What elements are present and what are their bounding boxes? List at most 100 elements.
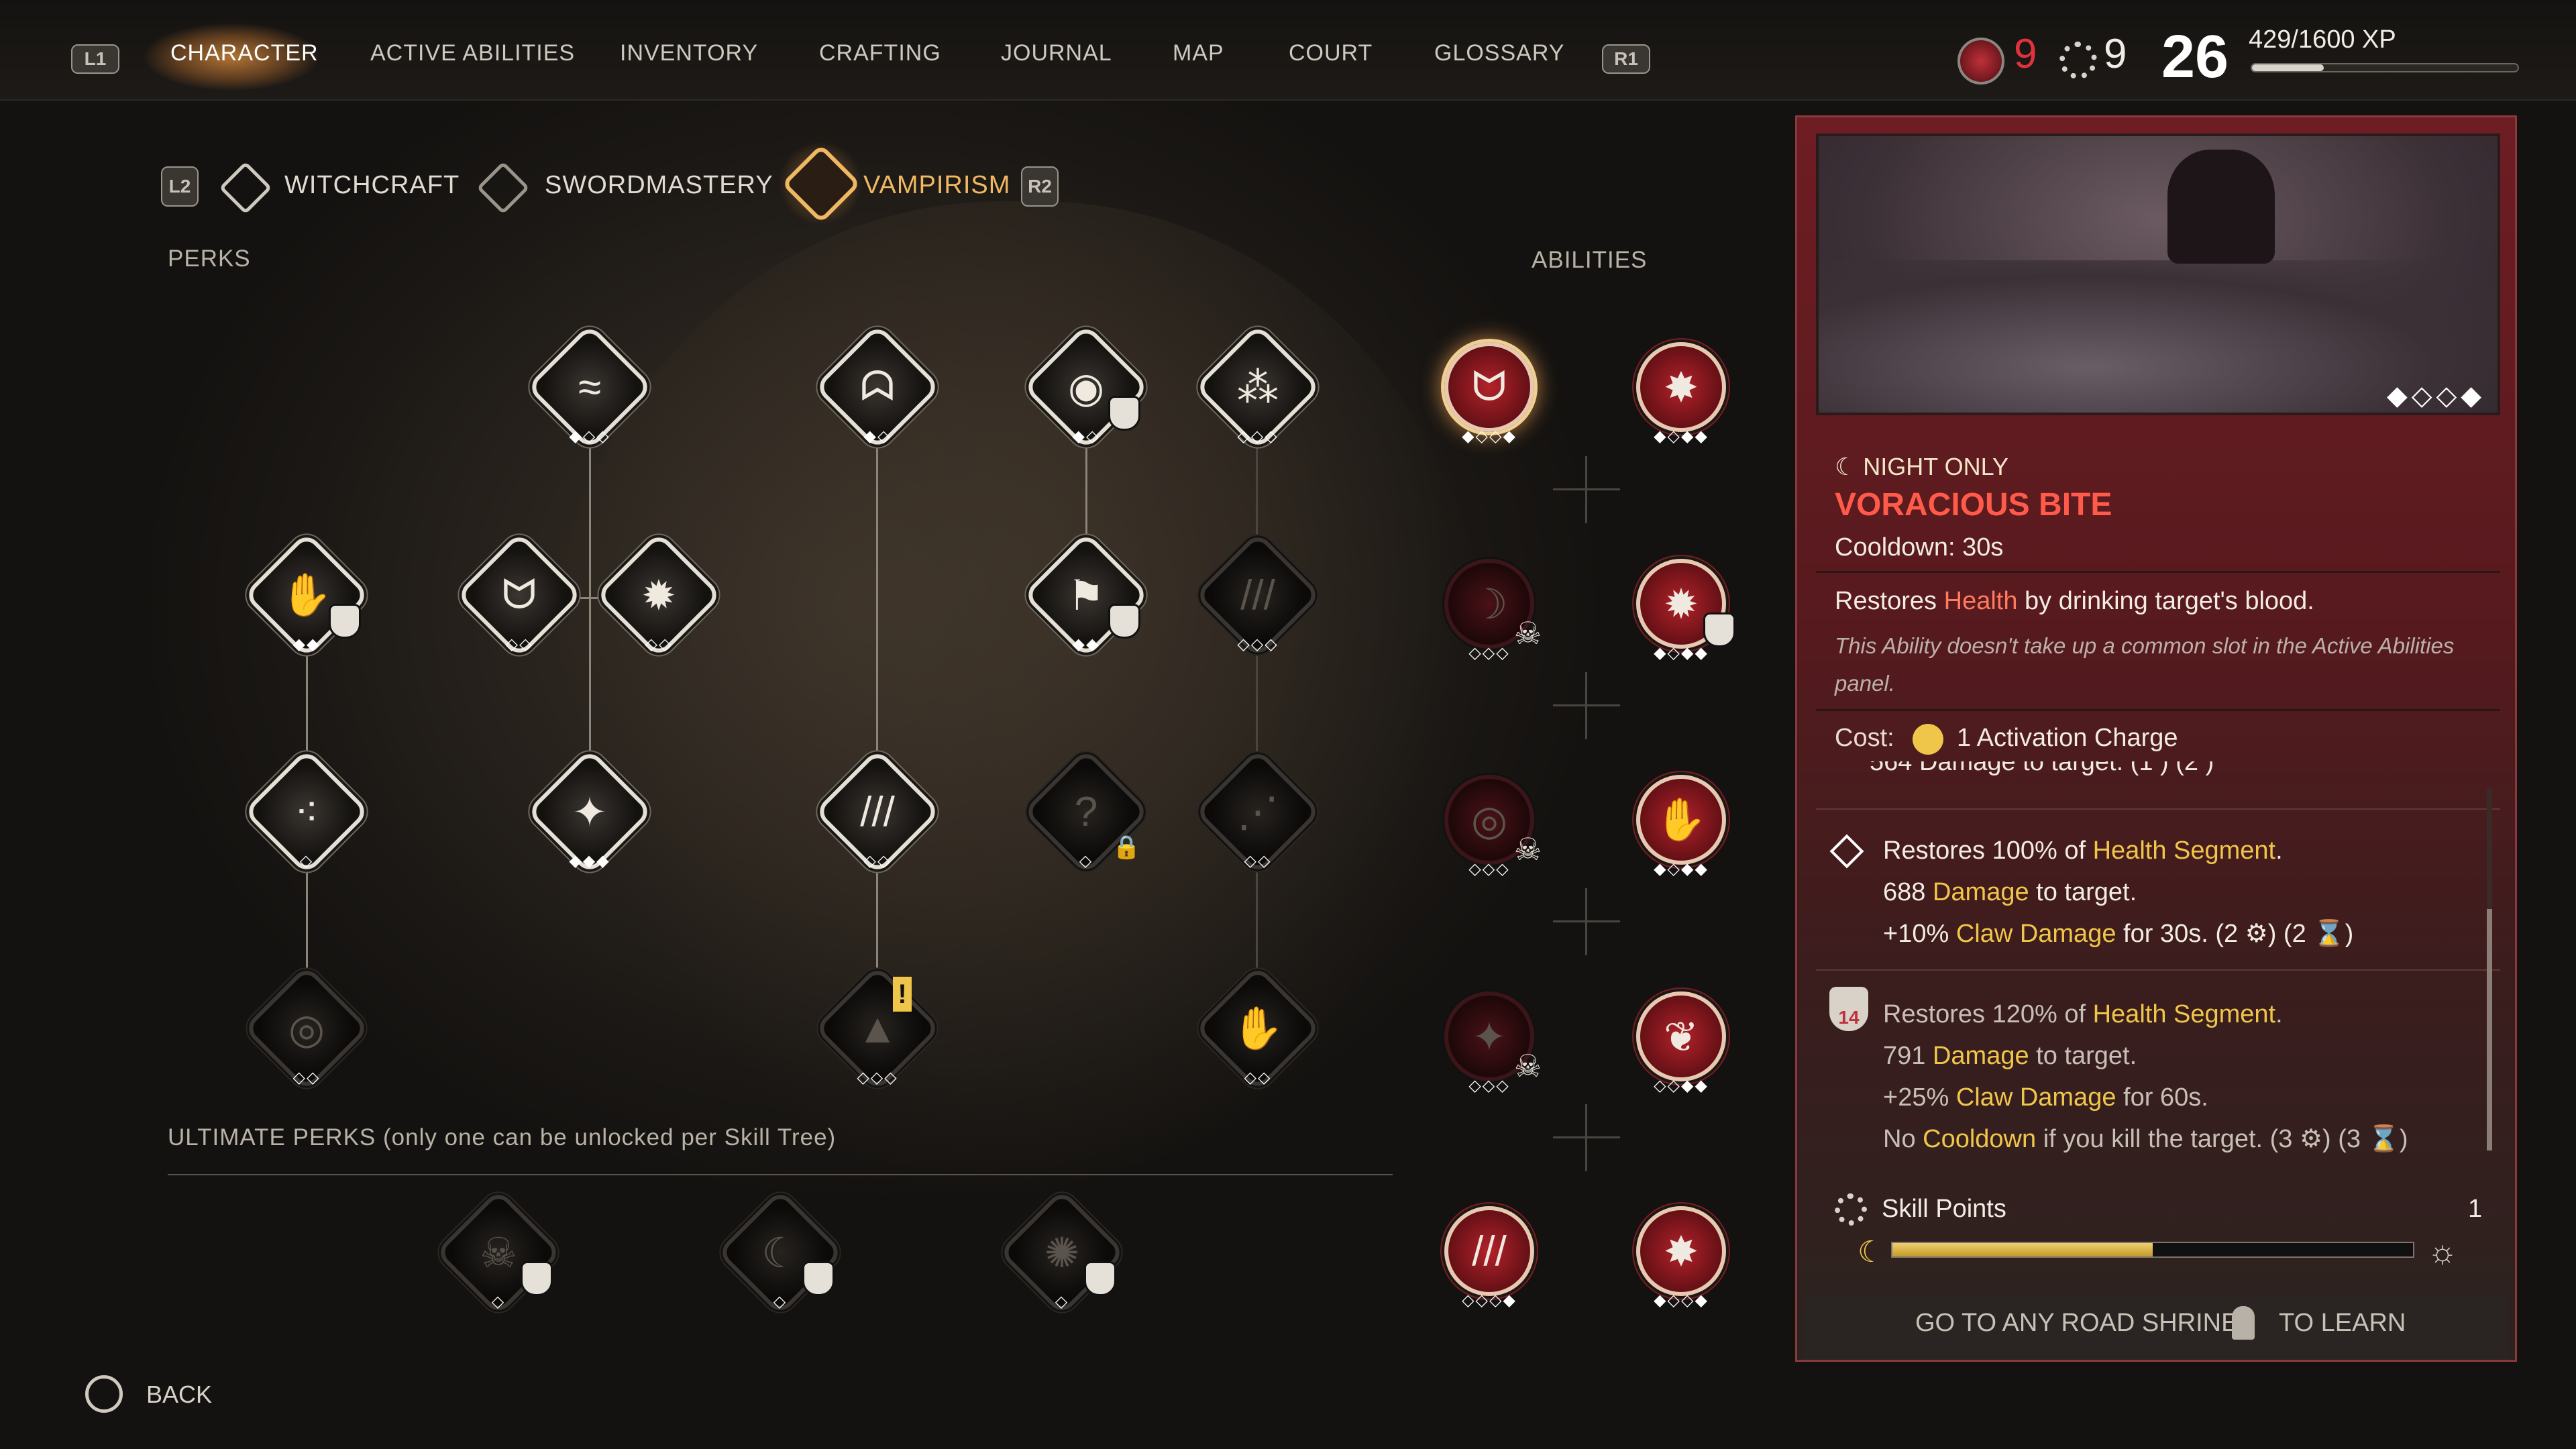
night-only-tag: ☾ NIGHT ONLY [1835,453,2008,480]
ultimate-divider [168,1174,1393,1175]
xp-text: 429/1600 XP [2249,25,2396,54]
cost-value: 1 Activation Charge [1957,724,2178,752]
upgrade-tier3[interactable]: Restores 120% of Health Segment. 791 Dam… [1883,994,2408,1160]
ability-node-glyph: ✸ [1664,364,1699,411]
tab-active-abilities[interactable]: ACTIVE ABILITIES [370,40,575,66]
sun-icon: ☼ [2428,1234,2457,1270]
blood-count: 9 [2014,31,2037,77]
perks-label: PERKS [168,246,251,272]
claw-level-badge-icon: 14 [1829,987,1868,1031]
connector [876,429,878,1033]
perk-node-glyph: ᗣ [860,364,895,410]
panel-divider [1816,808,2500,810]
claw-badge-icon [1108,604,1140,639]
tab-inventory[interactable]: INVENTORY [620,40,758,66]
character-level: 26 [2161,23,2229,91]
claw-badge-icon [1084,1261,1116,1296]
perk-node-level: ◇◇ [863,852,892,870]
scrollbar-thumb[interactable] [2487,909,2492,1150]
skull-icon: ☠ [1514,1049,1542,1083]
ability-node-level: ◇◇◇◆ [1462,1291,1517,1309]
perk-node-level: ◇◇◇ [1237,427,1279,445]
perk-node-level: ◇◇ [505,635,533,653]
upgrade-tier2[interactable]: Restores 100% of Health Segment. 688 Dam… [1883,830,2353,955]
ability-node-glyph: ✋ [1655,796,1707,843]
claw-badge-icon [802,1261,835,1296]
r1-button-hint[interactable]: R1 [1602,44,1650,74]
blood-icon [1957,38,2004,85]
tree-tab-vampirism[interactable]: VAMPIRISM [863,171,1010,200]
lock-icon: 🔒 [1112,835,1141,860]
preview-level-diamonds: ◆◇◇◆ [2386,381,2485,411]
perk-node-glyph: ⋰ [1237,789,1279,836]
ability-node-level: ◆◇◆◆ [1654,860,1709,878]
perk-node-level: ◇◇ [292,1069,321,1087]
upgrade-line: +10% Claw Damage for 30s. (2 ⚙) (2 ⌛) [1883,920,2354,948]
ability-node-glyph: /// [1472,1228,1507,1275]
xp-bar-fill [2252,64,2324,71]
skull-icon: ☠ [1514,832,1542,867]
perk-node-glyph: /// [860,788,895,835]
background-demon-figure [550,201,1489,1208]
skill-points-icon [2059,42,2097,79]
ultimate-perks-label: ULTIMATE PERKS (only one can be unlocked… [168,1124,837,1150]
cycle-bar-fill [1892,1243,2153,1256]
go-to-shrine-text: GO TO ANY ROAD SHRINE [1915,1309,2239,1337]
day-night-cycle-bar [1891,1242,2414,1258]
ability-node-glyph: ✸ [1664,1228,1699,1275]
perk-node-level: ◇◇ [645,635,673,653]
upgrade-list-clipped: 564 Damage to target. (1 ) (2 ) [1816,761,2500,786]
upgrade-line: +25% Claw Damage for 60s. [1883,1083,2208,1112]
perk-node-glyph: ⁖ [294,789,319,836]
cost-label: Cost: [1835,724,1894,752]
tab-court[interactable]: COURT [1289,40,1373,66]
xp-bar [2251,63,2519,72]
perk-node-glyph: ◎ [288,1006,325,1053]
perk-node-level: ◇◇ [1244,852,1272,870]
tab-map[interactable]: MAP [1173,40,1224,66]
ability-preview-image: ◆◇◇◆ [1816,133,2500,415]
r2-button-hint[interactable]: R2 [1021,166,1059,207]
claw-badge-icon [329,604,361,639]
upgrade-line: Restores 100% of Health Segment. [1883,837,2283,865]
tab-crafting[interactable]: CRAFTING [819,40,941,66]
moon-icon: ☾ [1858,1236,1884,1269]
ability-node-glyph: ᗢ [1472,364,1507,410]
ability-title: VORACIOUS BITE [1835,487,2112,523]
upgrade-line: 791 Damage to target. [1883,1042,2137,1070]
tab-glossary[interactable]: GLOSSARY [1434,40,1564,66]
perk-node-level: ◇ [299,852,314,870]
tab-character[interactable]: CHARACTER [170,40,319,66]
perk-node-glyph: ᗢ [502,572,537,618]
perk-node-glyph: ✦ [572,789,607,836]
l1-button-hint[interactable]: L1 [71,44,119,74]
tree-tab-swordmastery[interactable]: SWORDMASTERY [545,171,773,200]
back-button[interactable]: BACK [146,1381,212,1409]
l2-button-hint[interactable]: L2 [161,166,199,207]
panel-divider [1816,571,2500,573]
ability-node-level: ◆◇◇◆ [1462,427,1517,445]
upgrade-tier2-diamond-icon [1829,834,1864,869]
perk-node-glyph: ✋ [1232,1005,1284,1052]
upgrade-line: Restores 120% of Health Segment. [1883,1000,2283,1028]
perk-node-level: ◇◇◇ [857,1069,898,1087]
ability-node-glyph: ❦ [1664,1014,1699,1061]
alert-icon: ! [893,977,912,1012]
ability-connector [1553,1104,1620,1171]
claw-badge-icon [1108,396,1140,431]
abilities-label: ABILITIES [1532,247,1648,273]
skill-points-label: Skill Points [1882,1195,2006,1223]
ability-connector [1553,456,1620,523]
perk-node-glyph: /// [1240,572,1275,619]
upgrade-scrollbar[interactable] [2487,788,2492,1150]
skill-points-count: 9 [2104,31,2127,77]
tab-journal[interactable]: JOURNAL [1001,40,1112,66]
ability-node-level: ◆◇◆◆ [1654,427,1709,445]
claw-badge-icon [1703,612,1735,647]
circle-button-icon[interactable] [85,1375,123,1413]
ability-connector [1553,888,1620,955]
skill-points-value: 1 [2468,1195,2483,1223]
perk-node-level: ◆◆◆ [569,852,610,870]
tree-tab-witchcraft[interactable]: WITCHCRAFT [284,171,460,200]
clipped-upgrade-line: 564 Damage to target. (1 ) (2 ) [1870,761,2214,776]
